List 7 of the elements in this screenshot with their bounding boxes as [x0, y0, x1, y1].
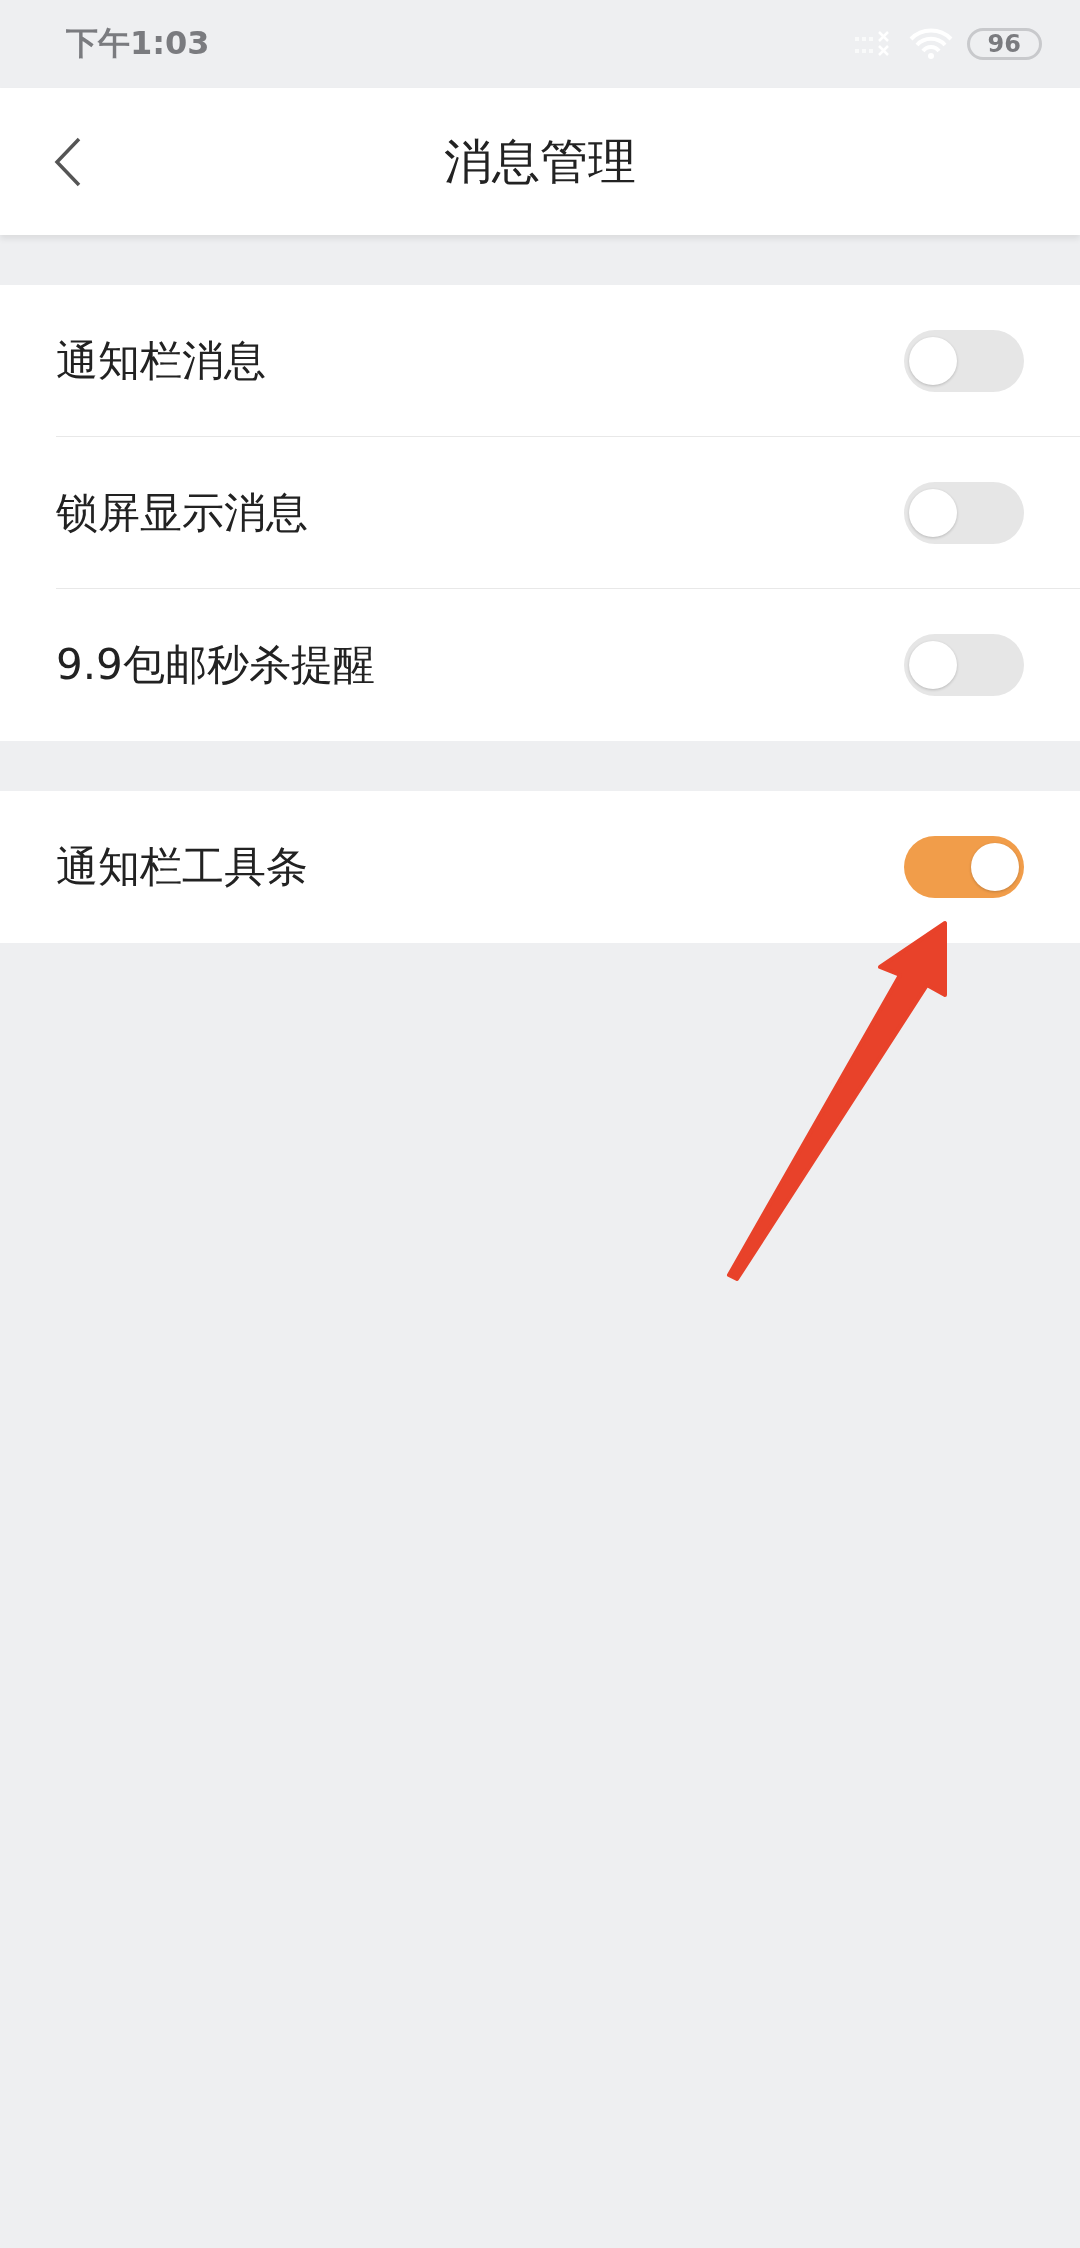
- setting-label: 通知栏消息: [56, 334, 266, 387]
- status-time: 下午1:03: [66, 23, 210, 64]
- battery-level: 96: [966, 28, 1042, 60]
- setting-label: 9.9包邮秒杀提醒: [56, 639, 375, 691]
- page-title: 消息管理: [444, 131, 636, 191]
- setting-label: 通知栏工具条: [56, 841, 308, 893]
- setting-label: 锁屏显示消息: [56, 486, 308, 539]
